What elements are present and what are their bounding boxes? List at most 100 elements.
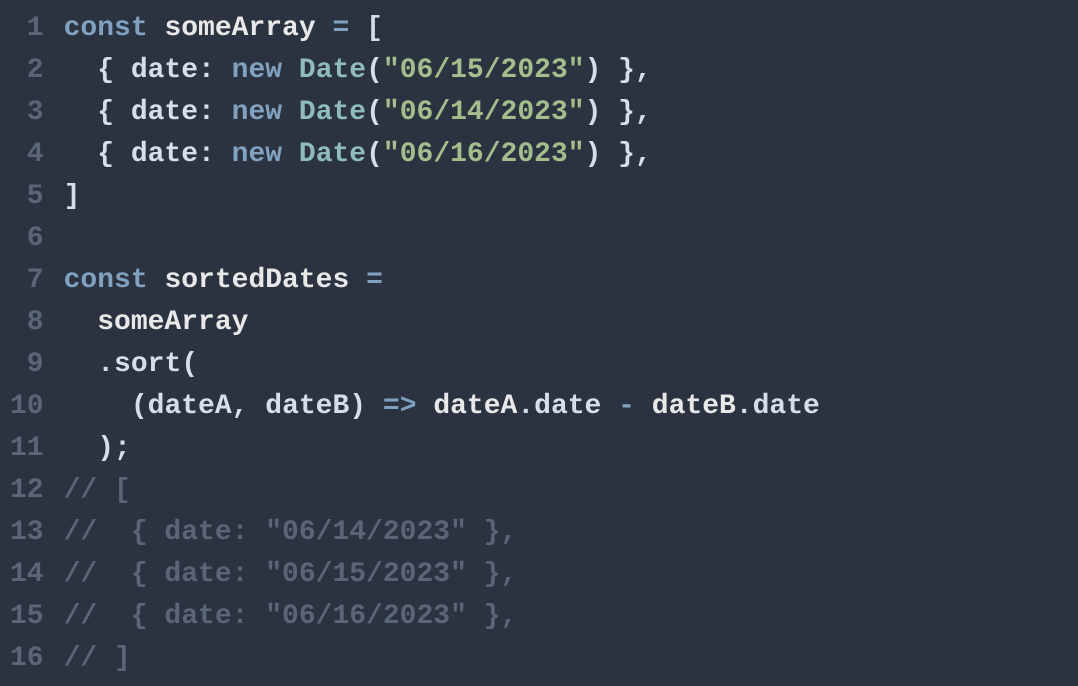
close-brace: } [601,55,635,86]
line-number: 5 [27,176,44,218]
dot: . [736,391,753,422]
class-name: Date [299,55,366,86]
space [282,55,299,86]
close-paren: ) [585,139,602,170]
keyword-new: new [232,139,282,170]
code-line[interactable]: const someArray = [ [64,8,820,50]
property: date [131,55,198,86]
code-line[interactable]: // { date: "06/15/2023" }, [64,554,820,596]
parameter: dateA [148,391,232,422]
space [282,97,299,128]
keyword-new: new [232,97,282,128]
close-bracket: ] [64,181,81,212]
indent [64,307,98,338]
open-bracket: [ [366,13,383,44]
dot: . [517,391,534,422]
string-literal: "06/16/2023" [383,139,585,170]
colon: : [198,97,232,128]
line-number: 15 [10,596,44,638]
line-number: 9 [27,344,44,386]
identifier: sortedDates [164,265,349,296]
property: date [131,97,198,128]
line-number: 10 [10,386,44,428]
open-brace: { [97,139,131,170]
operator-minus: - [601,391,651,422]
line-number: 12 [10,470,44,512]
identifier: someArray [97,307,248,338]
comma: , [635,139,652,170]
code-line[interactable]: (dateA, dateB) => dateA.date - dateB.dat… [64,386,820,428]
indent [64,55,98,86]
property: date [753,391,820,422]
close-brace: } [601,139,635,170]
arrow-function: => [366,391,433,422]
code-content[interactable]: const someArray = [ { date: new Date("06… [64,8,820,680]
code-line[interactable]: ] [64,176,820,218]
open-paren: ( [131,391,148,422]
code-line[interactable]: someArray [64,302,820,344]
open-brace: { [97,55,131,86]
property: date [534,391,601,422]
colon: : [198,55,232,86]
line-number: 1 [27,8,44,50]
code-editor[interactable]: 1 2 3 4 5 6 7 8 9 10 11 12 13 14 15 16 c… [0,8,1078,680]
code-line[interactable]: // [ [64,470,820,512]
class-name: Date [299,97,366,128]
dot: . [97,349,114,380]
string-literal: "06/14/2023" [383,97,585,128]
comma: , [635,55,652,86]
comma: , [635,97,652,128]
code-line[interactable]: { date: new Date("06/14/2023") }, [64,92,820,134]
open-brace: { [97,97,131,128]
code-line[interactable]: ); [64,428,820,470]
line-number: 4 [27,134,44,176]
open-paren: ( [181,349,198,380]
string-literal: "06/15/2023" [383,55,585,86]
class-name: Date [299,139,366,170]
comment: // { date: "06/14/2023" }, [64,517,518,548]
space [282,139,299,170]
line-number: 13 [10,512,44,554]
close-paren: ) [585,97,602,128]
code-line[interactable]: // ] [64,638,820,680]
line-number: 11 [10,428,44,470]
line-number: 6 [27,218,44,260]
code-line-empty[interactable] [64,218,820,260]
keyword-new: new [232,55,282,86]
indent [64,139,98,170]
code-line[interactable]: .sort( [64,344,820,386]
identifier: dateB [652,391,736,422]
comment: // { date: "06/16/2023" }, [64,601,518,632]
colon: : [198,139,232,170]
semicolon: ; [114,433,131,464]
line-number: 14 [10,554,44,596]
identifier: dateA [433,391,517,422]
method-name: sort [114,349,181,380]
code-line[interactable]: const sortedDates = [64,260,820,302]
operator-eq: = [349,265,399,296]
close-paren: ) [97,433,114,464]
indent [64,391,131,422]
line-number-gutter: 1 2 3 4 5 6 7 8 9 10 11 12 13 14 15 16 [0,8,64,680]
close-paren: ) [585,55,602,86]
close-paren: ) [349,391,366,422]
identifier: someArray [164,13,315,44]
line-number: 16 [10,638,44,680]
line-number: 3 [27,92,44,134]
code-line[interactable]: // { date: "06/14/2023" }, [64,512,820,554]
code-line[interactable]: { date: new Date("06/15/2023") }, [64,50,820,92]
open-paren: ( [366,55,383,86]
comma: , [232,391,266,422]
code-line[interactable]: { date: new Date("06/16/2023") }, [64,134,820,176]
parameter: dateB [265,391,349,422]
indent [64,433,98,464]
line-number: 8 [27,302,44,344]
operator-eq: = [316,13,366,44]
indent [64,97,98,128]
code-line[interactable]: // { date: "06/16/2023" }, [64,596,820,638]
close-brace: } [601,97,635,128]
open-paren: ( [366,97,383,128]
property: date [131,139,198,170]
line-number: 2 [27,50,44,92]
comment: // ] [64,643,131,674]
